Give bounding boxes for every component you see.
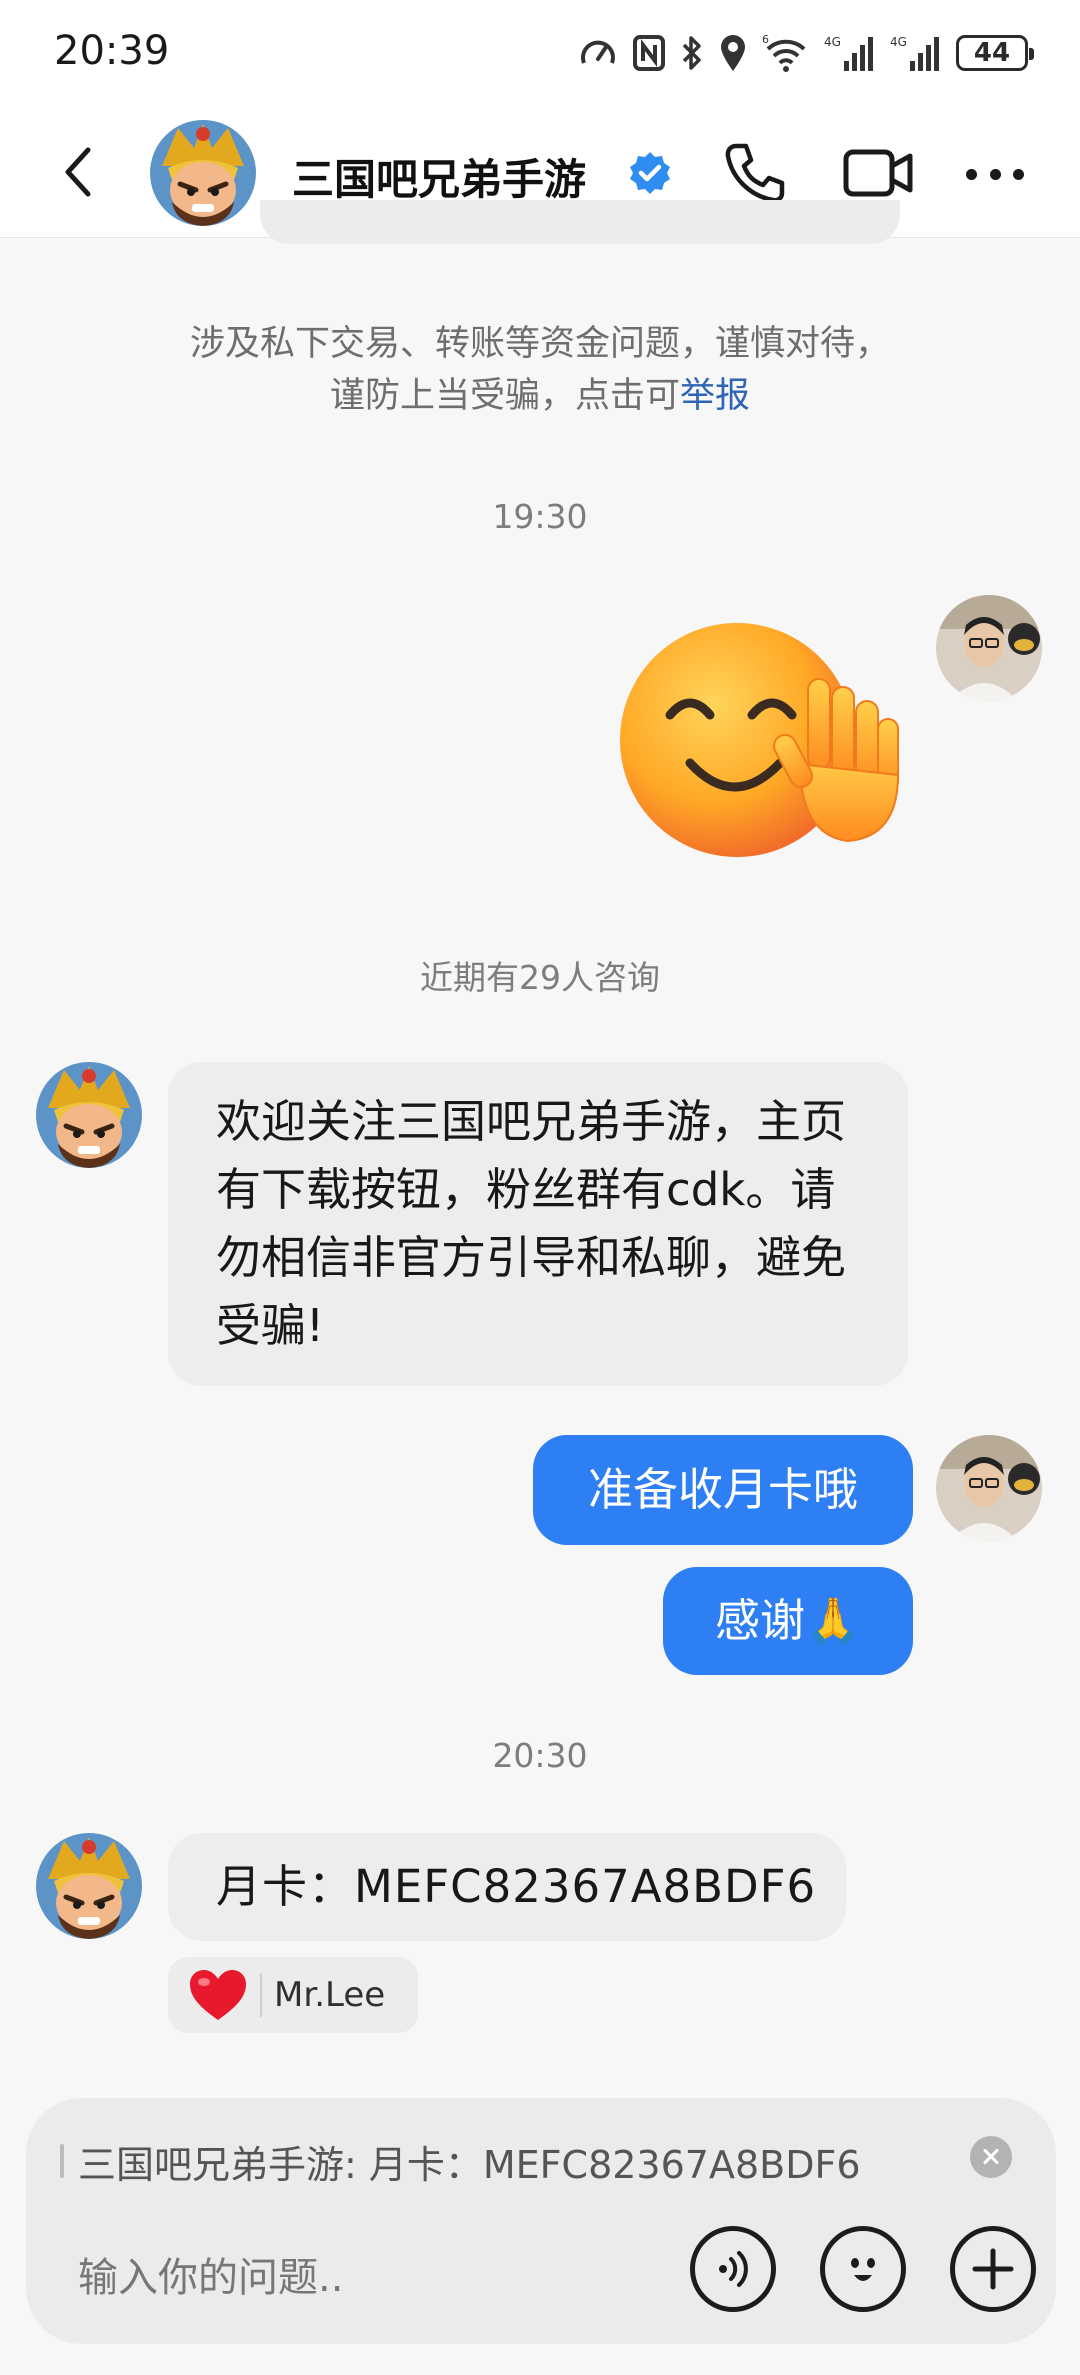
user-avatar-icon: [936, 1435, 1042, 1541]
reaction-chip[interactable]: Mr.Lee: [168, 1957, 418, 2033]
previous-message-bubble: [260, 200, 900, 244]
sticker-message[interactable]: [612, 615, 912, 865]
outgoing-message[interactable]: 准备收月卡哦: [533, 1435, 913, 1545]
contact-avatar[interactable]: [150, 120, 256, 226]
timestamp: 20:30: [492, 1736, 588, 1775]
emoji-button[interactable]: [820, 2226, 906, 2312]
voice-icon: [719, 2251, 748, 2287]
video-call-icon: [843, 149, 913, 197]
location-icon: [721, 35, 745, 71]
bluetooth-icon: [682, 36, 701, 70]
signal-icon: 4G: [824, 35, 873, 71]
my-avatar[interactable]: [936, 595, 1042, 701]
safety-notice: 涉及私下交易、转账等资金问题，谨慎对待，谨防上当受骗，点击可举报: [180, 318, 900, 422]
more-dots-icon: [966, 168, 977, 180]
contact-avatar[interactable]: [36, 1062, 142, 1168]
contact-avatar[interactable]: [36, 1833, 142, 1939]
incoming-message[interactable]: 月卡：MEFC82367A8BDF6: [168, 1833, 846, 1941]
warrior-avatar-icon: [36, 1062, 142, 1168]
warrior-avatar-icon: [36, 1833, 142, 1939]
voice-input-button[interactable]: [690, 2226, 776, 2312]
verified-badge-icon: [630, 152, 670, 194]
status-time: 20:39: [54, 28, 170, 74]
speed-icon: [581, 40, 615, 64]
report-link[interactable]: 举报: [680, 376, 750, 416]
quoted-message: 三国吧兄弟手游: 月卡：MEFC82367A8BDF6: [78, 2143, 861, 2187]
signal-icon: 4G: [890, 35, 939, 71]
phone-call-icon: [725, 143, 785, 203]
close-quote-button[interactable]: [970, 2136, 1012, 2178]
status-bar: 20:39 6 4G 4G 44: [0, 0, 1080, 108]
voice-call-button[interactable]: [722, 140, 788, 206]
message-input[interactable]: [78, 2248, 638, 2308]
reaction-divider: [260, 1973, 262, 2017]
plus-icon: [972, 2248, 1014, 2290]
safety-notice-text: 涉及私下交易、转账等资金问题，谨慎对待，谨防上当受骗，点击可: [189, 324, 890, 416]
warrior-avatar-icon: [150, 120, 256, 226]
back-button[interactable]: [50, 144, 106, 200]
chat-title: 三国吧兄弟手游: [292, 155, 587, 204]
network-type: 4G: [824, 35, 841, 49]
consult-note: 近期有29人咨询: [420, 958, 660, 997]
emoji-icon: [851, 2258, 875, 2281]
quote-indicator: [60, 2144, 64, 2178]
heart-icon: [190, 1970, 246, 2020]
more-actions-button[interactable]: [950, 2226, 1036, 2312]
video-call-button[interactable]: [842, 146, 914, 200]
timestamp: 19:30: [492, 497, 588, 536]
incoming-message[interactable]: 欢迎关注三国吧兄弟手游，主页有下载按钮，粉丝群有cdk。请勿相信非官方引导和私聊…: [168, 1062, 908, 1386]
reaction-user: Mr.Lee: [274, 1975, 386, 2015]
outgoing-message[interactable]: 感谢🙏: [663, 1567, 913, 1675]
status-icons: 6 4G 4G 44: [578, 30, 1034, 76]
nfc-icon: [633, 35, 665, 71]
more-dots-icon: [1013, 168, 1024, 180]
user-avatar-icon: [936, 595, 1042, 701]
wifi-icon: 6: [762, 33, 806, 72]
back-arrow-icon: [65, 147, 91, 197]
battery-level: 44: [973, 38, 1011, 68]
composer-panel: 三国吧兄弟手游: 月卡：MEFC82367A8BDF6: [26, 2098, 1056, 2344]
battery-icon: 44: [956, 35, 1034, 71]
wifi-badge: 6: [762, 33, 769, 46]
waving-smile-emoji-icon: [620, 623, 900, 857]
more-dots-icon: [989, 168, 1001, 180]
network-type: 4G: [890, 35, 907, 49]
more-options-button[interactable]: [962, 156, 1028, 192]
my-avatar[interactable]: [936, 1435, 1042, 1541]
